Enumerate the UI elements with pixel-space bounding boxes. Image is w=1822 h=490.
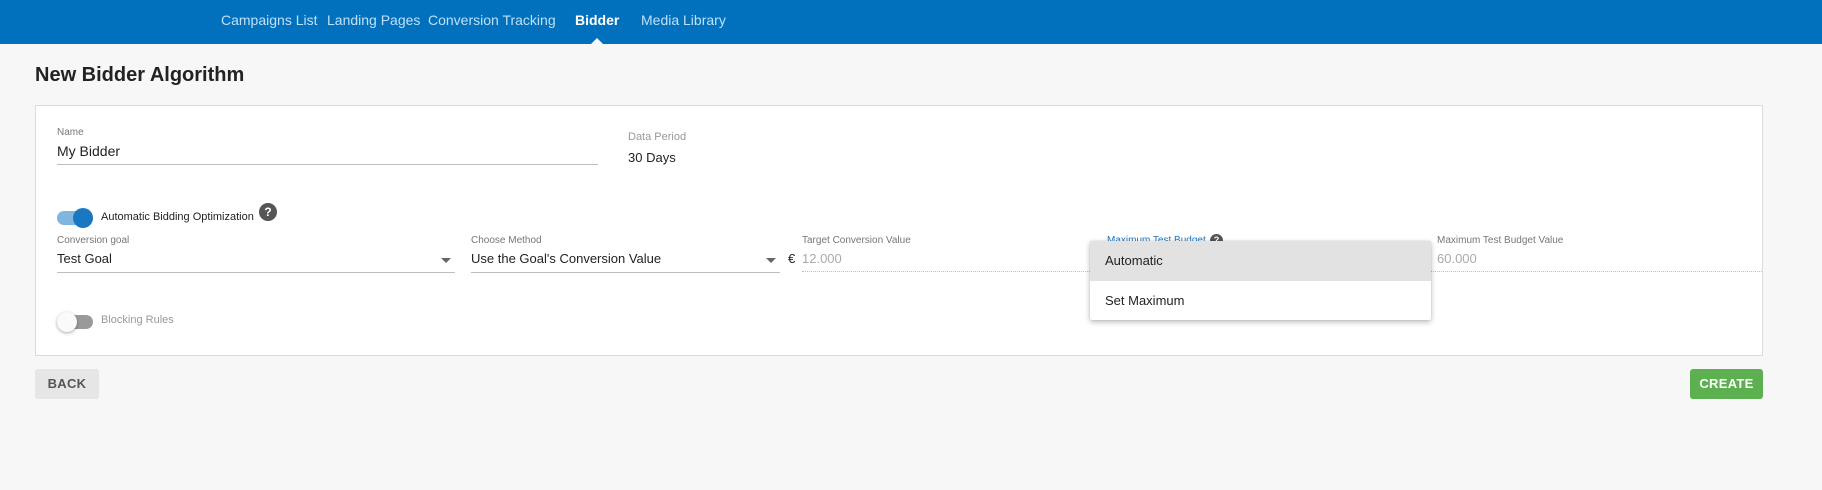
target-conversion-value-input[interactable]: 12.000	[802, 251, 842, 266]
conversion-goal-label: Conversion goal	[57, 235, 130, 246]
blocking-rules-label: Blocking Rules	[101, 314, 174, 326]
nav-tab-conversion-tracking[interactable]: Conversion Tracking	[428, 0, 556, 44]
toggle-knob	[73, 208, 93, 228]
toggle-knob	[57, 312, 77, 332]
nav-tab-label: Media Library	[641, 12, 726, 28]
nav-tab-label: Bidder	[575, 12, 620, 28]
chevron-down-icon[interactable]	[766, 258, 776, 263]
nav-tab-label: Campaigns List	[221, 12, 318, 28]
name-input[interactable]: My Bidder	[57, 143, 120, 159]
dropdown-option-set-maximum[interactable]: Set Maximum	[1090, 281, 1431, 321]
choose-method-select[interactable]: Use the Goal's Conversion Value	[471, 251, 661, 266]
choose-method-label: Choose Method	[471, 235, 542, 246]
nav-tab-bidder[interactable]: Bidder	[575, 0, 619, 44]
back-button[interactable]: BACK	[35, 369, 99, 399]
data-period-label: Data Period	[628, 131, 687, 143]
automatic-bidding-label: Automatic Bidding Optimization	[101, 211, 254, 223]
blocking-rules-toggle[interactable]	[57, 312, 93, 332]
conversion-goal-underline	[57, 272, 455, 273]
target-conversion-underline	[802, 271, 1092, 272]
maximum-test-budget-value-label: Maximum Test Budget Value	[1437, 235, 1564, 246]
nav-tab-label: Conversion Tracking	[428, 12, 556, 28]
bidder-form-card: Name My Bidder Data Period 30 Days Autom…	[35, 105, 1763, 356]
maximum-test-budget-dropdown-menu: Automatic Set Maximum	[1090, 241, 1431, 320]
active-tab-caret	[591, 38, 604, 44]
data-period-value: 30 Days	[628, 150, 676, 165]
maximum-test-budget-value-input[interactable]: 60.000	[1437, 251, 1477, 266]
page-title: New Bidder Algorithm	[35, 64, 245, 86]
target-conversion-value-label: Target Conversion Value	[802, 235, 911, 246]
nav-tab-landing-pages[interactable]: Landing Pages	[327, 0, 420, 44]
automatic-bidding-toggle[interactable]	[57, 208, 93, 228]
conversion-goal-select[interactable]: Test Goal	[57, 251, 112, 266]
nav-tab-media-library[interactable]: Media Library	[641, 0, 726, 44]
currency-symbol: €	[788, 251, 796, 266]
nav-tab-campaigns-list[interactable]: Campaigns List	[221, 0, 318, 44]
dropdown-option-automatic[interactable]: Automatic	[1090, 241, 1431, 281]
create-button[interactable]: CREATE	[1690, 369, 1763, 399]
nav-tab-label: Landing Pages	[327, 12, 421, 28]
top-navigation-bar: Campaigns List Landing Pages Conversion …	[0, 0, 1822, 44]
name-field-label: Name	[57, 127, 84, 138]
help-icon[interactable]: ?	[259, 203, 277, 221]
choose-method-underline	[471, 272, 780, 273]
chevron-down-icon[interactable]	[441, 258, 451, 263]
name-input-underline	[57, 164, 598, 165]
